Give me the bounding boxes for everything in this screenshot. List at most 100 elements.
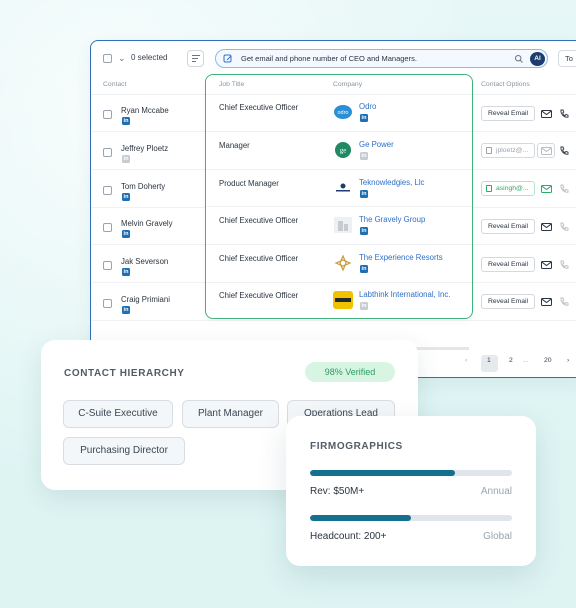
row-checkbox[interactable] — [103, 223, 112, 232]
select-all-checkbox[interactable] — [103, 54, 112, 63]
mail-icon[interactable] — [541, 185, 552, 193]
hierarchy-chip[interactable]: Plant Manager — [182, 400, 279, 428]
linkedin-icon[interactable]: in — [360, 227, 368, 235]
search-query: Get email and phone number of CEO and Ma… — [241, 54, 417, 63]
linkedin-icon[interactable]: in — [122, 193, 130, 201]
linkedin-icon[interactable]: in — [122, 117, 130, 125]
svg-text:odro: odro — [337, 110, 348, 116]
mail-icon[interactable] — [541, 147, 552, 155]
header-divider — [206, 94, 472, 95]
phone-icon[interactable] — [559, 184, 569, 194]
contact-name[interactable]: Jeffrey Ploetz — [121, 144, 168, 153]
filter-icon[interactable] — [187, 50, 204, 67]
row-divider — [206, 169, 472, 170]
linkedin-icon[interactable]: in — [360, 265, 368, 273]
page-1-button[interactable]: 1 — [487, 357, 491, 364]
column-header-company: Company — [333, 81, 363, 88]
company-name[interactable]: The Gravely Group — [359, 215, 425, 224]
revenue-label: Rev: $50M+ — [310, 486, 365, 497]
column-header-contact: Contact — [103, 81, 127, 88]
company-name[interactable]: Labthink International, Inc. — [359, 290, 450, 299]
reveal-email-button[interactable]: Reveal Email — [481, 294, 535, 309]
row-divider — [206, 282, 472, 283]
mail-icon[interactable] — [541, 110, 552, 118]
edit-icon — [223, 54, 232, 63]
row-checkbox[interactable] — [103, 110, 112, 119]
job-title: Chief Executive Officer — [219, 103, 299, 112]
reveal-email-button[interactable]: Reveal Email — [481, 106, 535, 121]
phone-icon[interactable] — [559, 297, 569, 307]
company-name[interactable]: Ge Power — [359, 140, 394, 149]
company-name[interactable]: Odro — [359, 102, 376, 111]
linkedin-icon[interactable]: in — [360, 190, 368, 198]
linkedin-icon[interactable]: in — [360, 302, 368, 310]
phone-icon[interactable] — [559, 109, 569, 119]
row-checkbox[interactable] — [103, 299, 112, 308]
column-header-job-title: Job Title — [219, 81, 245, 88]
job-title: Manager — [219, 141, 250, 150]
linkedin-icon[interactable]: in — [122, 230, 130, 238]
reveal-email-button[interactable]: Reveal Email — [481, 257, 535, 272]
experience-logo — [333, 254, 353, 272]
phone-icon[interactable] — [559, 222, 569, 232]
revenue-scope: Annual — [480, 486, 512, 497]
company-name[interactable]: The Experience Resorts — [359, 253, 443, 262]
linkedin-icon[interactable]: in — [360, 114, 368, 122]
ai-search-bar[interactable]: Get email and phone number of CEO and Ma… — [215, 49, 548, 68]
page-20-button[interactable]: 20 — [544, 357, 552, 364]
phone-icon[interactable] — [559, 260, 569, 270]
job-title: Chief Executive Officer — [219, 291, 299, 300]
row-checkbox[interactable] — [103, 186, 112, 195]
email-value: asingh@... — [496, 185, 529, 192]
row-divider — [206, 131, 472, 132]
page-2-button[interactable]: 2 — [509, 357, 513, 364]
contact-name[interactable]: Ryan Mccabe — [121, 106, 169, 115]
building-logo — [333, 216, 353, 234]
teknowledgies-logo — [333, 179, 353, 197]
contact-name[interactable]: Jak Severson — [121, 257, 168, 266]
ge-logo: ge — [333, 141, 353, 159]
row-checkbox[interactable] — [103, 148, 112, 157]
linkedin-icon[interactable]: in — [122, 155, 130, 163]
search-icon[interactable] — [514, 54, 524, 64]
contact-name[interactable]: Craig Primiani — [121, 295, 170, 304]
headcount-bar-fill — [310, 515, 411, 521]
headcount-label: Headcount: 200+ — [310, 531, 387, 542]
odro-logo: odro — [333, 103, 353, 121]
contact-name[interactable]: Tom Doherty — [121, 182, 165, 191]
card-title: FIRMOGRAPHICS — [310, 441, 403, 452]
linkedin-icon[interactable]: in — [122, 268, 130, 276]
row-checkbox[interactable] — [103, 261, 112, 270]
copy-icon[interactable] — [486, 185, 492, 192]
toolbar: ⌄ 0 selected Get email and phone number … — [91, 41, 576, 77]
row-divider — [91, 320, 576, 321]
headcount-scope: Global — [483, 531, 512, 542]
company-name[interactable]: Teknowledgies, Llc — [359, 178, 424, 187]
linkedin-icon[interactable]: in — [122, 306, 130, 314]
ai-badge[interactable]: AI — [530, 52, 545, 66]
revenue-bar-fill — [310, 470, 456, 476]
verified-email[interactable]: asingh@... — [481, 181, 535, 196]
card-title: CONTACT HIERARCHY — [64, 368, 185, 379]
revealed-email[interactable]: jploetz@... — [481, 143, 535, 158]
mail-icon[interactable] — [541, 298, 552, 306]
hierarchy-chip[interactable]: C-Suite Executive — [63, 400, 173, 428]
highlighted-columns-panel: Job Title Company Chief Executive Office… — [205, 74, 473, 319]
verified-badge: 98% Verified — [305, 362, 395, 382]
mail-icon[interactable] — [541, 223, 552, 231]
prev-page-button[interactable]: ‹ — [465, 357, 467, 364]
firmographics-card: FIRMOGRAPHICS Rev: $50M+ Annual Headcoun… — [286, 416, 536, 566]
revenue-bar — [310, 470, 512, 476]
linkedin-icon[interactable]: in — [360, 152, 368, 160]
contact-name[interactable]: Melvin Gravely — [121, 219, 173, 228]
chevron-down-icon[interactable]: ⌄ — [118, 53, 126, 64]
reveal-email-button[interactable]: Reveal Email — [481, 219, 535, 234]
mail-icon[interactable] — [541, 261, 552, 269]
column-header-contact-options: Contact Options — [481, 81, 530, 88]
hierarchy-chip[interactable]: Purchasing Director — [63, 437, 185, 465]
to-button[interactable]: To — [558, 50, 576, 67]
next-page-button[interactable]: › — [567, 357, 569, 364]
job-title: Chief Executive Officer — [219, 254, 299, 263]
copy-icon[interactable] — [486, 147, 492, 154]
phone-icon[interactable] — [559, 146, 569, 156]
